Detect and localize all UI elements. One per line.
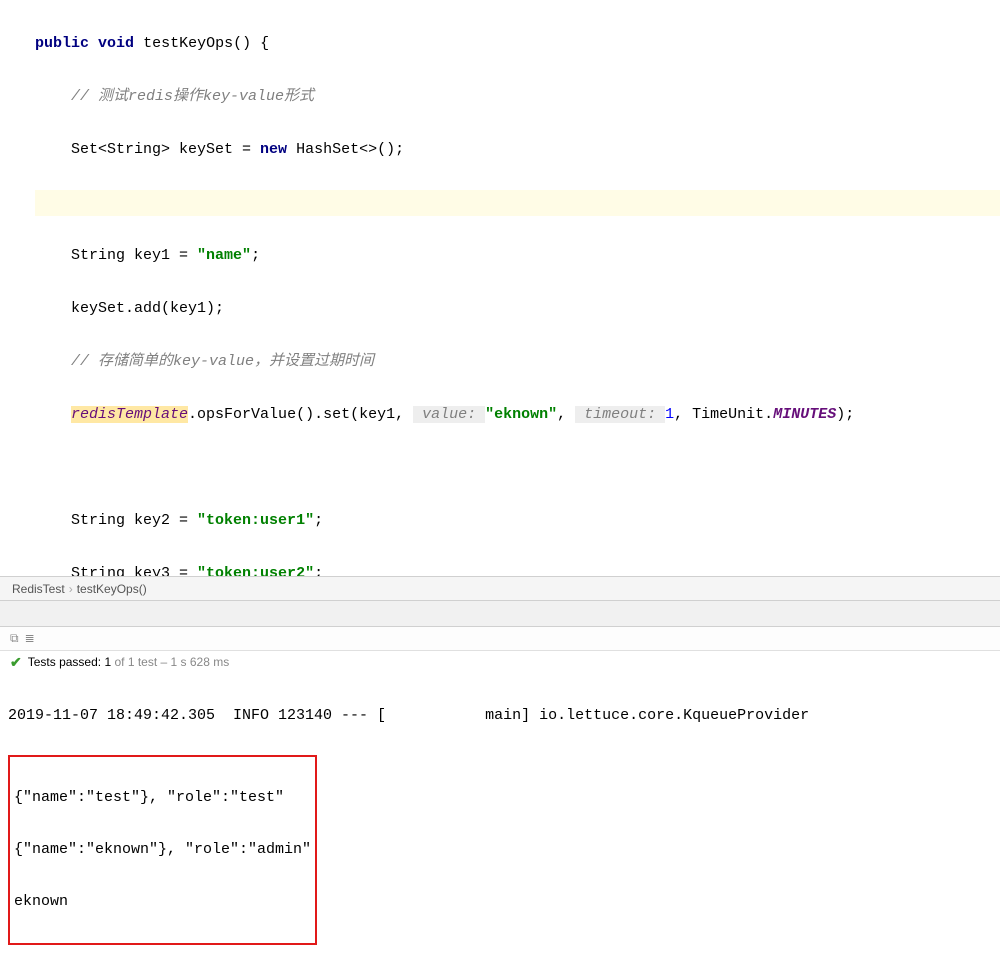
breadcrumb-separator: ›	[69, 582, 73, 596]
cursor-line[interactable]	[35, 190, 1000, 217]
keyword-void: void	[98, 35, 134, 52]
breadcrumb-method[interactable]: testKeyOps()	[77, 582, 147, 596]
code-text: );	[836, 406, 854, 423]
string-literal: "token:user1"	[197, 512, 314, 529]
console-output[interactable]: 2019-11-07 18:49:42.305 INFO 123140 --- …	[0, 673, 1000, 953]
keyword-new: new	[260, 141, 287, 158]
code-text: keySet.add(key1);	[71, 300, 224, 317]
console-output-line: {"name":"test"}, "role":"test"	[14, 785, 311, 811]
number-literal: 1	[665, 406, 674, 423]
output-highlight-box: {"name":"test"}, "role":"test" {"name":"…	[8, 755, 317, 945]
enum-minutes: MINUTES	[773, 406, 836, 423]
code-text: String key3 =	[71, 565, 197, 577]
code-text: Set<String> keySet =	[71, 141, 260, 158]
param-hint-value: value:	[413, 406, 485, 423]
code-text: ;	[251, 247, 260, 264]
code-text: ;	[314, 565, 323, 577]
layout-icon[interactable]: ⧉	[10, 632, 19, 646]
filter-icon[interactable]: ≣	[25, 631, 35, 646]
code-text: ;	[314, 512, 323, 529]
breadcrumb[interactable]: RedisTest › testKeyOps()	[0, 576, 1000, 601]
code-text: String key1 =	[71, 247, 197, 264]
tool-window-toolbar[interactable]	[0, 601, 1000, 627]
string-literal: "name"	[197, 247, 251, 264]
console-output-line: eknown	[14, 889, 311, 915]
breadcrumb-class[interactable]: RedisTest	[12, 582, 65, 596]
string-literal: "token:user2"	[197, 565, 314, 577]
check-icon: ✔	[10, 654, 22, 671]
console-output-line: {"name":"eknown"}, "role":"admin"	[14, 837, 311, 863]
code-text: , TimeUnit.	[674, 406, 773, 423]
run-toolbar[interactable]: ⧉ ≣	[0, 627, 1000, 651]
field-redisTemplate: redisTemplate	[71, 406, 188, 423]
console-log-line: 2019-11-07 18:49:42.305 INFO 123140 --- …	[8, 703, 992, 729]
code-text: ,	[557, 406, 575, 423]
method-name: testKeyOps	[143, 35, 233, 52]
comment: // 存储简单的key-value，并设置过期时间	[71, 353, 374, 370]
code-text: HashSet<>();	[287, 141, 404, 158]
code-text: .opsForValue().set(key1,	[188, 406, 413, 423]
code-text: String key2 =	[71, 512, 197, 529]
code-editor[interactable]: public void testKeyOps() { // 测试redis操作k…	[0, 0, 1000, 576]
string-literal: "eknown"	[485, 406, 557, 423]
test-status-bar: ✔ Tests passed: 1 of 1 test – 1 s 628 ms	[0, 651, 1000, 673]
param-hint-timeout: timeout:	[575, 406, 665, 423]
keyword-public: public	[35, 35, 89, 52]
tests-passed-label: Tests passed: 1 of 1 test – 1 s 628 ms	[28, 655, 229, 669]
comment: // 测试redis操作key-value形式	[71, 88, 314, 105]
code-text: () {	[233, 35, 269, 52]
